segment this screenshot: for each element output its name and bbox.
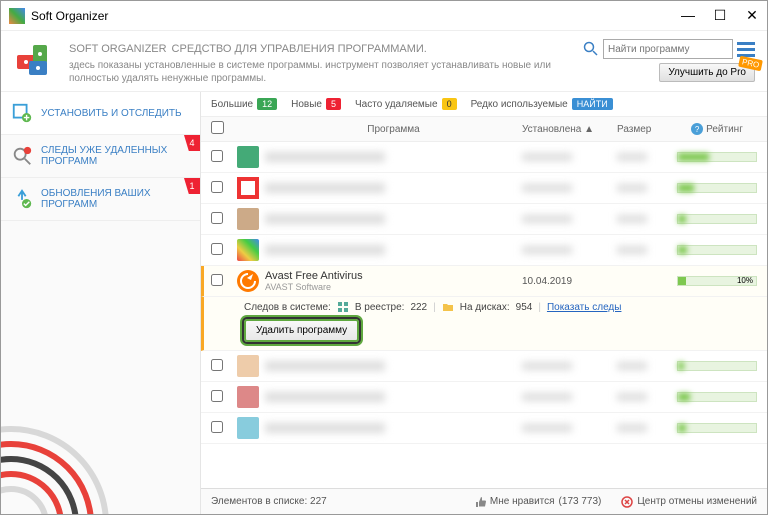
menu-button[interactable] (737, 42, 755, 57)
app-icon (237, 355, 259, 377)
upgrade-pro-button[interactable]: Улучшить до ProPRO (659, 63, 755, 82)
row-checkbox[interactable] (211, 274, 223, 286)
filter-rare[interactable]: Редко используемыеНАЙТИ (471, 98, 613, 110)
filter-new[interactable]: Новые5 (291, 98, 341, 110)
install-date: 10.04.2019 (522, 276, 617, 287)
table-row[interactable] (201, 351, 767, 382)
close-button[interactable]: ✕ (745, 7, 759, 24)
table-row-selected[interactable]: Avast Free AntivirusAVAST Software 10.04… (201, 266, 767, 297)
main-panel: Большие12 Новые5 Часто удаляемые0 Редко … (201, 92, 767, 514)
uninstall-button[interactable]: Удалить программу (244, 319, 359, 342)
rating-value: 10% (737, 276, 753, 285)
filter-frequent[interactable]: Часто удаляемые0 (355, 98, 457, 110)
registry-icon (337, 301, 349, 313)
sidebar-item-label: ОБНОВЛЕНИЯ ВАШИХ ПРОГРАММ (41, 188, 190, 210)
undo-icon (621, 496, 633, 508)
help-icon[interactable]: ? (691, 123, 703, 135)
program-list[interactable]: Avast Free AntivirusAVAST Software 10.04… (201, 142, 767, 488)
table-row[interactable] (201, 142, 767, 173)
table-row[interactable] (201, 173, 767, 204)
header: SOFT ORGANIZER СРЕДСТВО ДЛЯ УПРАВЛЕНИЯ П… (1, 31, 767, 92)
app-icon (237, 386, 259, 408)
undo-center-button[interactable]: Центр отмены изменений (621, 496, 757, 508)
sidebar-item-install[interactable]: УСТАНОВИТЬ И ОТСЛЕДИТЬ (1, 92, 200, 135)
status-bar: Элементов в списке: 227 Мне нравится (17… (201, 488, 767, 514)
minimize-button[interactable]: — (681, 7, 695, 24)
app-icon (237, 146, 259, 168)
app-icon (237, 208, 259, 230)
maximize-button[interactable]: ☐ (713, 7, 727, 24)
search-icon (583, 41, 599, 57)
window-title: Soft Organizer (31, 9, 681, 23)
sidebar-item-label: УСТАНОВИТЬ И ОТСЛЕДИТЬ (41, 108, 182, 119)
traces-label: Следов в системе: (244, 302, 331, 313)
row-checkbox[interactable] (211, 359, 223, 371)
row-checkbox[interactable] (211, 150, 223, 162)
app-icon (237, 239, 259, 261)
selected-detail: Следов в системе: В реестре: 222 | На ди… (201, 297, 767, 351)
table-header: Программа Установлена ▲ Размер ?Рейтинг (201, 117, 767, 142)
app-icon (237, 177, 259, 199)
program-name: Avast Free Antivirus (265, 270, 522, 282)
app-logo-icon (9, 8, 25, 24)
col-rating[interactable]: ?Рейтинг (677, 123, 757, 135)
row-checkbox[interactable] (211, 243, 223, 255)
filter-big[interactable]: Большие12 (211, 98, 277, 110)
col-program[interactable]: Программа (265, 124, 522, 135)
col-installed[interactable]: Установлена ▲ (522, 124, 617, 135)
avast-icon (237, 270, 259, 292)
col-size[interactable]: Размер (617, 124, 677, 135)
table-row[interactable] (201, 204, 767, 235)
sidebar-item-traces[interactable]: СЛЕДЫ УЖЕ УДАЛЕННЫХ ПРОГРАММ 4 (1, 135, 200, 178)
app-logo-icon (13, 39, 59, 85)
table-row[interactable] (201, 235, 767, 266)
select-all-checkbox[interactable] (211, 121, 224, 134)
table-row[interactable] (201, 413, 767, 444)
search-input[interactable] (603, 39, 733, 59)
sidebar: УСТАНОВИТЬ И ОТСЛЕДИТЬ СЛЕДЫ УЖЕ УДАЛЕНН… (1, 92, 201, 514)
row-checkbox[interactable] (211, 390, 223, 402)
sidebar-item-updates[interactable]: ОБНОВЛЕНИЯ ВАШИХ ПРОГРАММ 1 (1, 178, 200, 221)
brand-title: SOFT ORGANIZER СРЕДСТВО ДЛЯ УПРАВЛЕНИЯ П… (69, 39, 573, 57)
like-button[interactable]: Мне нравится (173 773) (474, 496, 601, 508)
show-traces-link[interactable]: Показать следы (547, 302, 622, 313)
app-window: Soft Organizer — ☐ ✕ SOFT ORGANIZER СРЕД… (0, 0, 768, 515)
row-checkbox[interactable] (211, 212, 223, 224)
brand-subtitle: здесь показаны установленные в системе п… (69, 59, 573, 85)
program-vendor: AVAST Software (265, 282, 522, 292)
table-row[interactable] (201, 382, 767, 413)
row-checkbox[interactable] (211, 421, 223, 433)
titlebar: Soft Organizer — ☐ ✕ (1, 1, 767, 31)
folder-icon (442, 301, 454, 313)
app-icon (237, 417, 259, 439)
row-checkbox[interactable] (211, 181, 223, 193)
decorative-swirl (1, 414, 141, 514)
sidebar-item-label: СЛЕДЫ УЖЕ УДАЛЕННЫХ ПРОГРАММ (41, 145, 190, 167)
item-count: Элементов в списке: 227 (211, 496, 327, 507)
thumbs-up-icon (474, 496, 486, 508)
filter-bar: Большие12 Новые5 Часто удаляемые0 Редко … (201, 92, 767, 117)
